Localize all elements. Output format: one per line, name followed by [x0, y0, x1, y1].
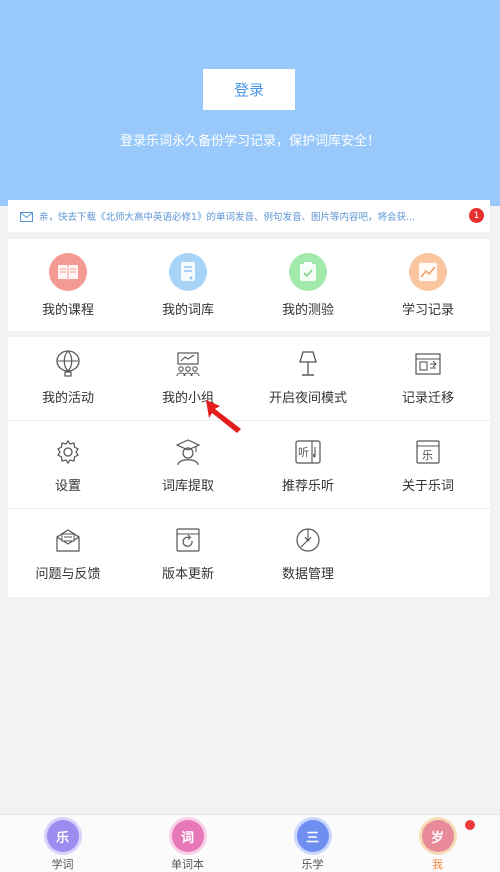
- balloon-icon: [53, 349, 83, 379]
- my-activity-label: 我的活动: [41, 391, 94, 406]
- lamp-icon: [293, 349, 323, 379]
- gear-icon: [53, 437, 83, 467]
- night-mode-label: 开启夜间模式: [268, 391, 347, 406]
- night-mode-button[interactable]: 开启夜间模式: [248, 349, 368, 406]
- record-migrate-label: 记录迁移: [401, 391, 454, 406]
- about-icon: 乐: [413, 437, 443, 467]
- tab-lexue[interactable]: 三 乐学: [250, 815, 375, 872]
- notification-dot: [465, 820, 475, 830]
- data-icon: [293, 525, 323, 555]
- data-management-button[interactable]: 数据管理: [248, 525, 368, 582]
- quiz-icon: [289, 253, 327, 291]
- tab-label: 单词本: [171, 858, 204, 871]
- lexue-tab-icon: 三: [296, 820, 329, 852]
- feedback-label: 问题与反馈: [35, 567, 101, 582]
- my-courses-button[interactable]: 我的课程: [8, 253, 128, 318]
- chart-icon: [409, 253, 447, 291]
- svg-text:乐: 乐: [422, 449, 433, 462]
- row-divider: [8, 508, 490, 509]
- notice-badge: 1: [469, 208, 484, 223]
- my-activity-button[interactable]: 我的活动: [8, 349, 128, 406]
- wordbank-extract-button[interactable]: 词库提取: [128, 437, 248, 494]
- tab-me[interactable]: 岁 我: [375, 815, 500, 872]
- feedback-icon: [53, 525, 83, 555]
- my-wordbank-label: 我的词库: [161, 303, 214, 318]
- settings-button[interactable]: 设置: [8, 437, 128, 494]
- migrate-icon: [413, 349, 443, 379]
- version-update-label: 版本更新: [161, 567, 214, 582]
- study-record-button[interactable]: 学习记录: [368, 253, 488, 318]
- recommend-listen-button[interactable]: 听 推荐乐听: [248, 437, 368, 494]
- wordbook-tab-icon: 词: [171, 820, 204, 852]
- bottom-tab-bar: 乐 学词 词 单词本 三 乐学 岁 我: [0, 814, 500, 872]
- settings-label: 设置: [54, 479, 81, 494]
- graduate-icon: [173, 437, 203, 467]
- row-divider: [8, 420, 490, 421]
- svg-text:听: 听: [298, 446, 309, 459]
- study-record-label: 学习记录: [401, 303, 454, 318]
- wordbank-extract-label: 词库提取: [161, 479, 214, 494]
- login-button[interactable]: 登录: [203, 69, 295, 110]
- notice-bar[interactable]: 亲，快去下载《北师大高中英语必修1》的单词发音、例句发音、图片等内容吧，将会获.…: [8, 200, 490, 232]
- data-management-label: 数据管理: [281, 567, 334, 582]
- tab-learn-words[interactable]: 乐 学词: [0, 815, 125, 872]
- tab-wordbook[interactable]: 词 单词本: [125, 815, 250, 872]
- learn-words-icon: 乐: [46, 820, 79, 852]
- about-label: 关于乐词: [401, 479, 454, 494]
- about-button[interactable]: 乐 关于乐词: [368, 437, 488, 494]
- group-icon: [173, 349, 203, 379]
- tab-label: 乐学: [301, 858, 324, 871]
- record-migrate-button[interactable]: 记录迁移: [368, 349, 488, 406]
- menu-card: 我的活动 我的小组 开启夜间模式 记录迁移 设置 词库提取 听 推荐乐听 乐 关…: [8, 337, 490, 597]
- version-update-button[interactable]: 版本更新: [128, 525, 248, 582]
- my-quiz-label: 我的测验: [281, 303, 334, 318]
- tab-label: 我: [432, 858, 443, 871]
- tab-label: 学词: [51, 858, 74, 871]
- recommend-listen-label: 推荐乐听: [281, 479, 334, 494]
- primary-card: 我的课程 我的词库 我的测验 学习记录: [8, 239, 490, 331]
- feedback-button[interactable]: 问题与反馈: [8, 525, 128, 582]
- my-quiz-button[interactable]: 我的测验: [248, 253, 368, 318]
- listen-icon: 听: [293, 437, 323, 467]
- me-tab-icon: 岁: [421, 820, 454, 852]
- wordbook-icon: [169, 253, 207, 291]
- login-tip: 登录乐词永久备份学习记录，保护词库安全！: [119, 134, 380, 149]
- pointer-arrow-icon: [206, 400, 241, 433]
- mail-icon: [20, 207, 33, 226]
- book-icon: [49, 253, 87, 291]
- notice-text: 亲，快去下载《北师大高中英语必修1》的单词发音、例句发音、图片等内容吧，将会获.…: [39, 212, 416, 223]
- my-wordbank-button[interactable]: 我的词库: [128, 253, 248, 318]
- login-header: 登录 登录乐词永久备份学习记录，保护词库安全！: [0, 0, 500, 206]
- my-courses-label: 我的课程: [41, 303, 94, 318]
- update-icon: [173, 525, 203, 555]
